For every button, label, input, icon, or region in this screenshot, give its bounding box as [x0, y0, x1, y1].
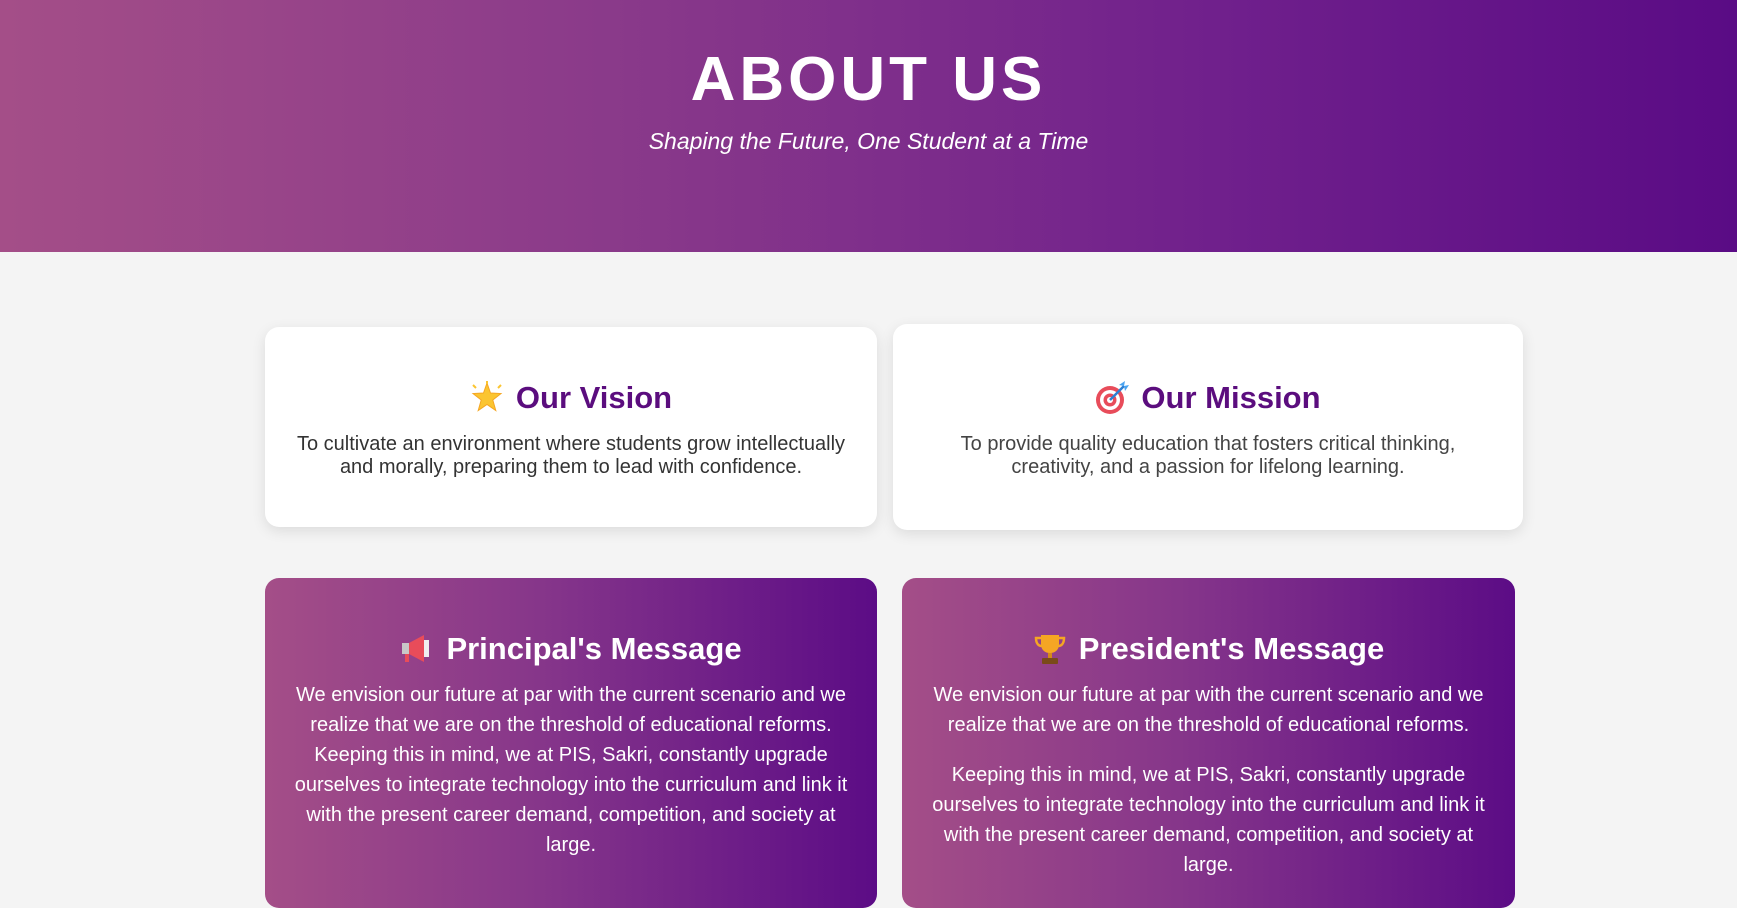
mission-title: Our Mission — [1141, 380, 1321, 415]
page-subtitle: Shaping the Future, One Student at a Tim… — [648, 128, 1089, 154]
vision-text: To cultivate an environment where studen… — [296, 433, 846, 478]
vision-title: Our Vision — [515, 380, 673, 415]
mission-heading: Our Mission — [893, 379, 1523, 417]
president-heading: President's Message — [902, 630, 1515, 668]
principal-message-card: Principal's Message We envision our futu… — [265, 578, 877, 908]
principal-text: We envision our future at par with the c… — [294, 684, 848, 856]
president-message-card: President's Message We envision our futu… — [902, 578, 1515, 908]
president-paragraph-2: Keeping this in mind, we at PIS, Sakri, … — [932, 764, 1485, 876]
target-icon — [1095, 381, 1130, 415]
president-paragraph-1: We envision our future at par with the c… — [933, 684, 1484, 736]
page-title: ABOUT US — [690, 45, 1047, 114]
principal-heading: Principal's Message — [265, 630, 877, 668]
megaphone-icon — [400, 632, 434, 666]
president-title: President's Message — [1078, 631, 1385, 666]
vision-heading: Our Vision — [265, 379, 877, 417]
glowing-star-icon — [470, 381, 504, 415]
mission-text: To provide quality education that foster… — [960, 433, 1456, 478]
mission-card: Our Mission To provide quality education… — [893, 324, 1523, 530]
vision-card: Our Vision To cultivate an environment w… — [265, 327, 877, 527]
trophy-icon — [1033, 632, 1067, 666]
principal-title: Principal's Message — [446, 631, 742, 666]
hero-banner: ABOUT US Shaping the Future, One Student… — [0, 0, 1737, 252]
